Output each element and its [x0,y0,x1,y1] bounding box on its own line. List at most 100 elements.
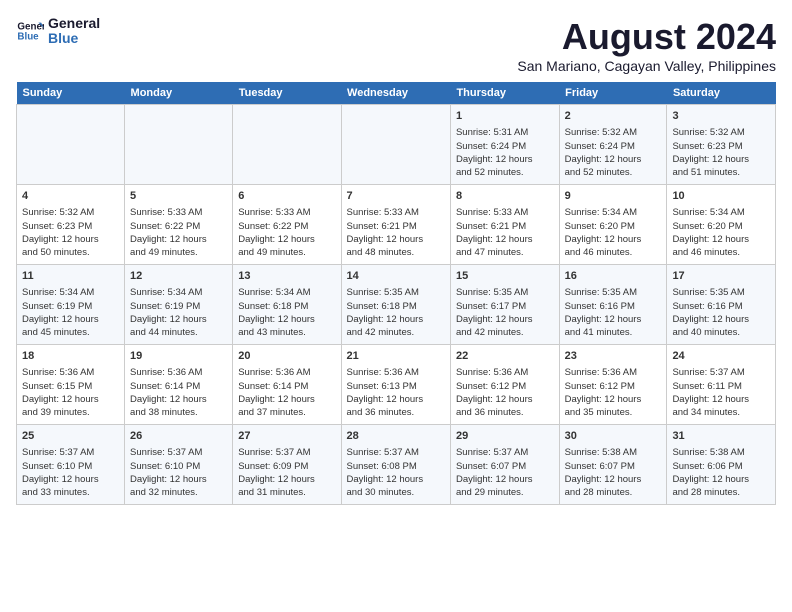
day-number: 4 [22,189,119,204]
day-number: 12 [130,269,227,284]
day-cell [125,105,233,185]
day-number: 17 [672,269,770,284]
day-info: Daylight: 12 hours [456,313,554,326]
day-number: 23 [565,349,662,364]
day-number: 24 [672,349,770,364]
header-cell-saturday: Saturday [667,82,776,105]
day-info: Sunrise: 5:37 AM [130,446,227,459]
day-info: Sunset: 6:11 PM [672,380,770,393]
day-cell: 7Sunrise: 5:33 AMSunset: 6:21 PMDaylight… [341,185,450,265]
day-cell [341,105,450,185]
day-cell: 5Sunrise: 5:33 AMSunset: 6:22 PMDaylight… [125,185,233,265]
day-info: and 30 minutes. [347,486,445,499]
calendar-table: SundayMondayTuesdayWednesdayThursdayFrid… [16,82,776,505]
day-number: 7 [347,189,445,204]
day-info: Sunset: 6:13 PM [347,380,445,393]
day-info: Sunrise: 5:34 AM [672,206,770,219]
day-cell: 8Sunrise: 5:33 AMSunset: 6:21 PMDaylight… [450,185,559,265]
logo-line2: Blue [48,31,100,46]
day-info: and 52 minutes. [456,166,554,179]
day-info: Sunrise: 5:31 AM [456,126,554,139]
day-info: Sunrise: 5:34 AM [130,286,227,299]
day-info: Sunrise: 5:34 AM [22,286,119,299]
day-cell: 10Sunrise: 5:34 AMSunset: 6:20 PMDayligh… [667,185,776,265]
logo: General Blue General Blue [16,16,100,47]
day-info: and 44 minutes. [130,326,227,339]
day-number: 13 [238,269,335,284]
day-cell: 3Sunrise: 5:32 AMSunset: 6:23 PMDaylight… [667,105,776,185]
day-info: Sunset: 6:06 PM [672,460,770,473]
day-info: Sunrise: 5:37 AM [672,366,770,379]
day-info: Daylight: 12 hours [347,313,445,326]
day-info: Sunrise: 5:33 AM [456,206,554,219]
day-cell: 16Sunrise: 5:35 AMSunset: 6:16 PMDayligh… [559,265,667,345]
day-info: Daylight: 12 hours [672,233,770,246]
day-info: Daylight: 12 hours [672,393,770,406]
day-info: Sunrise: 5:37 AM [238,446,335,459]
day-info: Sunset: 6:07 PM [565,460,662,473]
day-info: Daylight: 12 hours [22,393,119,406]
week-row-4: 18Sunrise: 5:36 AMSunset: 6:15 PMDayligh… [17,345,776,425]
day-info: Sunset: 6:18 PM [238,300,335,313]
day-info: Sunset: 6:16 PM [565,300,662,313]
day-info: and 31 minutes. [238,486,335,499]
day-info: Sunrise: 5:35 AM [672,286,770,299]
day-cell: 20Sunrise: 5:36 AMSunset: 6:14 PMDayligh… [233,345,341,425]
day-info: and 35 minutes. [565,406,662,419]
day-info: Daylight: 12 hours [456,153,554,166]
day-info: Daylight: 12 hours [22,473,119,486]
day-number: 8 [456,189,554,204]
day-info: and 32 minutes. [130,486,227,499]
day-info: Daylight: 12 hours [238,233,335,246]
day-info: Daylight: 12 hours [565,153,662,166]
day-info: and 36 minutes. [456,406,554,419]
day-info: Daylight: 12 hours [347,233,445,246]
day-info: Sunset: 6:07 PM [456,460,554,473]
day-number: 5 [130,189,227,204]
header-cell-monday: Monday [125,82,233,105]
day-number: 2 [565,109,662,124]
day-info: Sunset: 6:14 PM [238,380,335,393]
day-info: Sunrise: 5:36 AM [238,366,335,379]
day-info: Daylight: 12 hours [565,393,662,406]
day-info: Sunrise: 5:36 AM [565,366,662,379]
day-info: Daylight: 12 hours [672,313,770,326]
day-info: Sunrise: 5:33 AM [130,206,227,219]
day-info: Sunrise: 5:33 AM [347,206,445,219]
day-info: Sunset: 6:19 PM [130,300,227,313]
day-cell: 26Sunrise: 5:37 AMSunset: 6:10 PMDayligh… [125,425,233,505]
day-info: Sunset: 6:16 PM [672,300,770,313]
day-info: Daylight: 12 hours [456,473,554,486]
day-info: Daylight: 12 hours [238,313,335,326]
week-row-5: 25Sunrise: 5:37 AMSunset: 6:10 PMDayligh… [17,425,776,505]
day-info: Daylight: 12 hours [456,233,554,246]
day-info: Sunrise: 5:34 AM [238,286,335,299]
day-info: Sunset: 6:17 PM [456,300,554,313]
day-cell: 27Sunrise: 5:37 AMSunset: 6:09 PMDayligh… [233,425,341,505]
day-info: Sunrise: 5:33 AM [238,206,335,219]
day-info: Daylight: 12 hours [238,473,335,486]
day-cell: 12Sunrise: 5:34 AMSunset: 6:19 PMDayligh… [125,265,233,345]
day-cell: 25Sunrise: 5:37 AMSunset: 6:10 PMDayligh… [17,425,125,505]
day-cell: 24 Sunrise: 5:37 AMSunset: 6:11 PMDayligh… [667,345,776,425]
header-cell-thursday: Thursday [450,82,559,105]
day-info: and 37 minutes. [238,406,335,419]
day-cell [233,105,341,185]
day-info: and 46 minutes. [672,246,770,259]
day-cell [17,105,125,185]
day-info: Daylight: 12 hours [238,393,335,406]
day-info: Sunrise: 5:35 AM [456,286,554,299]
day-info: Sunset: 6:24 PM [456,140,554,153]
day-info: and 34 minutes. [672,406,770,419]
day-info: and 47 minutes. [456,246,554,259]
day-info: Sunset: 6:20 PM [565,220,662,233]
day-info: Daylight: 12 hours [22,233,119,246]
day-info: and 49 minutes. [130,246,227,259]
day-number: 6 [238,189,335,204]
day-number: 18 [22,349,119,364]
day-cell: 14Sunrise: 5:35 AMSunset: 6:18 PMDayligh… [341,265,450,345]
day-number: 31 [672,429,770,444]
day-number: 16 [565,269,662,284]
day-info: Daylight: 12 hours [565,233,662,246]
day-info: Sunset: 6:08 PM [347,460,445,473]
